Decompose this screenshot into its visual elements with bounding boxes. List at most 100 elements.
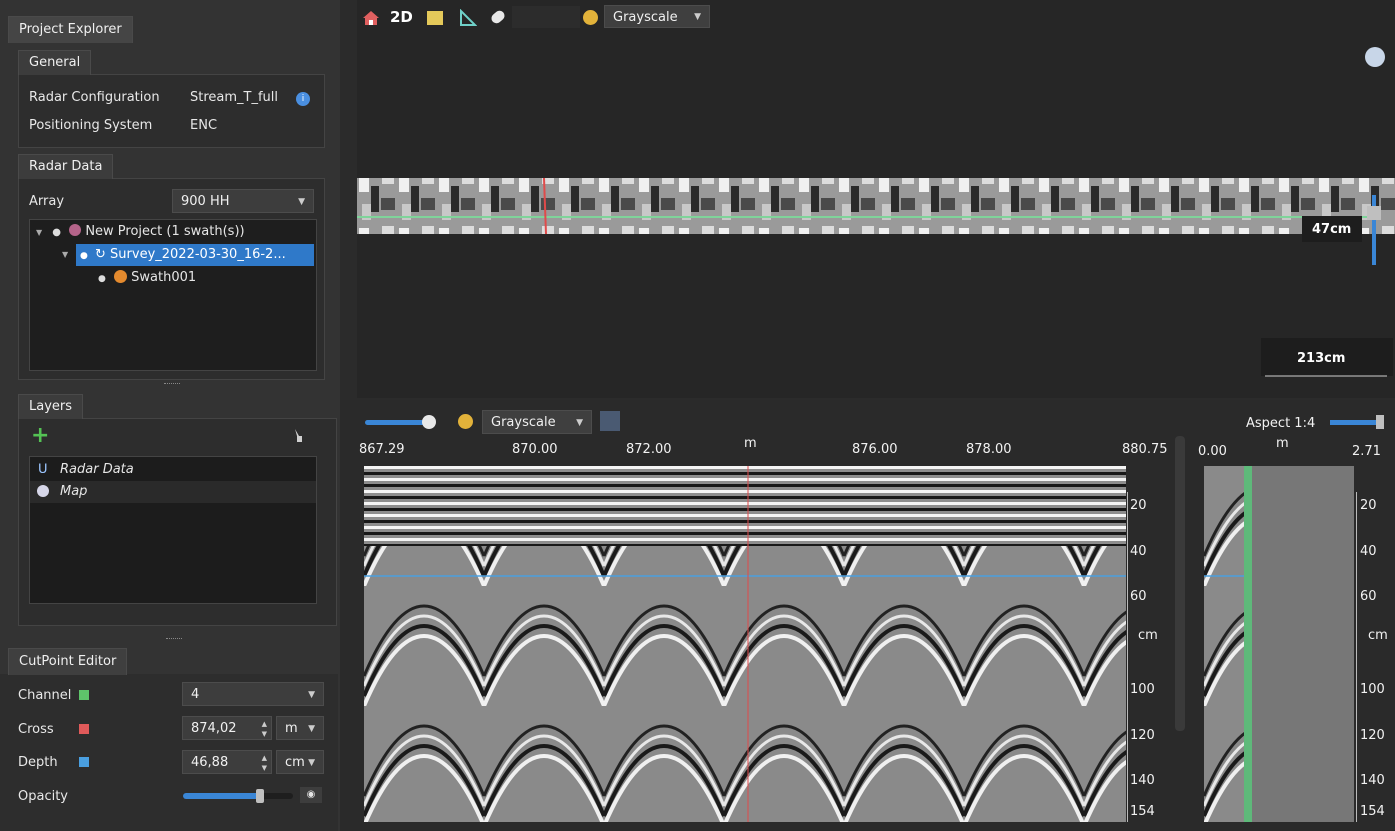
x-axis-unit: m: [744, 436, 757, 451]
y-tick: 140: [1130, 773, 1155, 788]
top-toolbar: 2D Grayscale ▼: [357, 0, 717, 30]
y-tick: 120: [1130, 728, 1155, 743]
side-y-tick: 60: [1360, 589, 1377, 604]
layer-label: Radar Data: [60, 462, 134, 477]
depth-input[interactable]: 46,88 ▲ ▼: [182, 750, 272, 774]
expand-icon[interactable]: ▼: [36, 228, 42, 237]
top-view-canvas[interactable]: [357, 0, 1395, 398]
opacity-slider-handle[interactable]: [256, 789, 264, 803]
info-icon[interactable]: i: [296, 92, 310, 106]
layer-item-map[interactable]: Map: [30, 481, 316, 503]
cross-unit-select[interactable]: m ▼: [276, 716, 324, 740]
project-explorer-panel: Project Explorer General Radar Configura…: [0, 0, 340, 831]
tree-item-label: Swath001: [131, 270, 197, 285]
gain-slider-handle[interactable]: [422, 415, 436, 429]
channel-select[interactable]: 4 ▼: [182, 682, 324, 706]
globe-icon: [37, 485, 49, 497]
eye-icon[interactable]: ●: [98, 274, 106, 284]
brush-icon[interactable]: [293, 428, 305, 442]
general-tab[interactable]: General: [18, 50, 92, 75]
eye-icon[interactable]: ●: [80, 251, 88, 261]
aspect-slider-handle[interactable]: [1376, 415, 1384, 429]
y-tick: 60: [1130, 589, 1147, 604]
x-tick: 880.75: [1122, 442, 1168, 457]
cube-icon[interactable]: [600, 411, 620, 431]
side-y-tick: 140: [1360, 773, 1385, 788]
globe-icon[interactable]: [1365, 47, 1385, 67]
layer-item-radar[interactable]: ᑌ Radar Data: [30, 459, 316, 481]
side-scan-canvas[interactable]: [1204, 466, 1354, 822]
top-depth-readout: 47cm: [1312, 222, 1352, 237]
positioning-label: Positioning System: [29, 118, 153, 133]
chevron-down-icon: ▼: [576, 418, 583, 428]
bottom-palette-value: Grayscale: [491, 415, 556, 430]
depth-label: Depth: [18, 755, 58, 770]
expand-icon[interactable]: ▼: [62, 244, 68, 266]
eye-icon[interactable]: ●: [52, 227, 61, 238]
splitter-handle[interactable]: [164, 383, 180, 386]
tree-item-survey[interactable]: ● ↻ Survey_2022-03-30_16-2...: [76, 244, 314, 266]
tree-item-label: Survey_2022-03-30_16-2...: [110, 247, 286, 262]
y-tick: 40: [1130, 544, 1147, 559]
radar-config-value: Stream_T_full: [190, 90, 279, 105]
opacity-slider-fill: [183, 793, 260, 799]
side-y-unit: cm: [1368, 628, 1388, 643]
channel-select-value: 4: [191, 687, 200, 702]
depth-slider-handle: [1367, 206, 1381, 220]
chevron-down-icon: ▼: [308, 690, 315, 700]
cutpoint-tab[interactable]: CutPoint Editor: [8, 648, 128, 675]
side-x-tick: 0.00: [1198, 444, 1227, 459]
x-tick: 867.29: [359, 442, 405, 457]
side-y-tick: 40: [1360, 544, 1377, 559]
y-tick: 154: [1130, 804, 1155, 819]
depth-slider-track: [1372, 195, 1376, 265]
x-tick: 872.00: [626, 442, 672, 457]
layers-tab[interactable]: Layers: [18, 394, 84, 419]
depth-input-value: 46,88: [191, 755, 229, 770]
side-x-unit: m: [1276, 436, 1289, 451]
home-icon[interactable]: [362, 10, 380, 26]
side-y-tick: 120: [1360, 728, 1385, 743]
tree-item-project[interactable]: ▼ ● New Project (1 swath(s)): [36, 221, 245, 243]
grid-icon[interactable]: [427, 11, 443, 25]
splitter-handle[interactable]: [166, 638, 182, 641]
stepper-icon[interactable]: ▲ ▼: [262, 719, 267, 739]
array-select[interactable]: 900 HH ▼: [172, 189, 314, 213]
aspect-label: Aspect 1:4: [1246, 416, 1316, 431]
palette-icon[interactable]: [583, 10, 598, 25]
radar-config-label: Radar Configuration: [29, 90, 160, 105]
bscan-scrollbar[interactable]: [1175, 436, 1185, 731]
pen-icon[interactable]: [489, 8, 507, 26]
cross-input-value: 874,02: [191, 721, 237, 736]
cross-input[interactable]: 874,02 ▲ ▼: [182, 716, 272, 740]
array-select-value: 900 HH: [181, 194, 230, 209]
swath-icon: [114, 270, 127, 283]
sync-icon: ↻: [95, 247, 106, 262]
radar-data-tab[interactable]: Radar Data: [18, 154, 114, 179]
layer-label: Map: [60, 484, 88, 499]
top-view-panel[interactable]: 47cm 213cm: [357, 0, 1395, 398]
depth-unit-select[interactable]: cm ▼: [276, 750, 324, 774]
stepper-icon[interactable]: ▲ ▼: [262, 753, 267, 773]
measure-icon[interactable]: [459, 8, 478, 31]
tree-item-swath[interactable]: ● Swath001: [98, 267, 196, 289]
palette-icon[interactable]: [458, 414, 473, 429]
bscan-canvas[interactable]: [364, 466, 1126, 822]
chevron-down-icon: ▼: [694, 12, 701, 22]
project-explorer-tab[interactable]: Project Explorer: [8, 16, 133, 43]
x-tick: 876.00: [852, 442, 898, 457]
add-icon[interactable]: +: [31, 425, 49, 447]
toolbar-spacer: [512, 6, 580, 28]
aspect-slider[interactable]: [1330, 420, 1380, 425]
channel-label: Channel: [18, 688, 72, 703]
top-palette-select[interactable]: Grayscale ▼: [604, 5, 710, 28]
side-y-tick: 20: [1360, 498, 1377, 513]
bottom-palette-select[interactable]: Grayscale ▼: [482, 410, 592, 434]
2d-icon[interactable]: 2D: [390, 8, 413, 26]
eye-icon[interactable]: ◉: [300, 787, 322, 803]
chevron-down-icon: ▼: [308, 724, 315, 734]
side-y-axis-line: [1356, 492, 1357, 822]
opacity-slider[interactable]: [183, 789, 293, 803]
array-label: Array: [29, 194, 65, 209]
y-tick: 100: [1130, 682, 1155, 697]
